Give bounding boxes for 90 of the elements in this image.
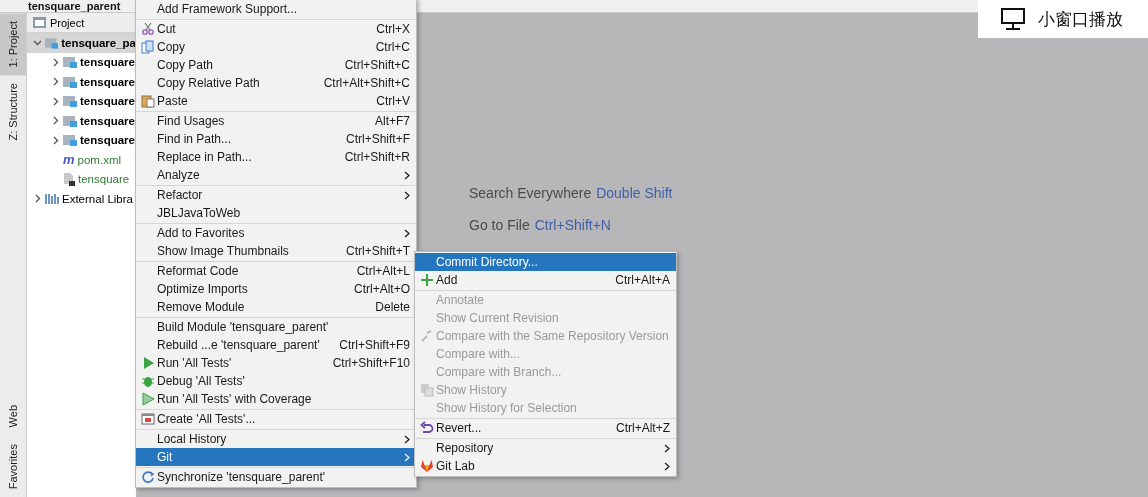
menu-item[interactable]: Reformat Code Ctrl+Alt+L <box>136 262 416 280</box>
folder-icon <box>45 36 59 49</box>
overlay-label[interactable]: 小窗口播放 <box>1038 7 1123 31</box>
menu-item[interactable]: Refactor <box>136 186 416 204</box>
tree-label: tensquare <box>80 134 135 147</box>
menu-item[interactable]: Optimize Imports Ctrl+Alt+O <box>136 280 416 298</box>
folder-icon <box>63 75 77 88</box>
menu-item[interactable]: Add Ctrl+Alt+A <box>415 271 676 289</box>
menu-item[interactable]: Add Framework Support... <box>136 0 416 18</box>
menu-item[interactable]: Synchronize 'tensquare_parent' <box>136 468 416 486</box>
panel-title: Project <box>50 16 85 29</box>
tree-row[interactable]: tensquare <box>27 169 136 189</box>
tree-row[interactable]: tensquare <box>27 72 136 92</box>
chevron-right-icon[interactable] <box>51 135 60 145</box>
menu-item[interactable]: Show Image Thumbnails Ctrl+Shift+T <box>136 242 416 260</box>
tree-label: tensquare <box>80 75 135 88</box>
folder-icon <box>63 95 77 108</box>
undo-icon <box>419 421 434 435</box>
plus-icon <box>419 273 434 287</box>
scissors-icon <box>140 22 155 36</box>
tree-label: tensquare <box>80 56 135 69</box>
menu-item[interactable]: Commit Directory... <box>415 253 676 271</box>
maven-icon: m <box>63 152 75 168</box>
play-coverage-icon <box>140 392 155 406</box>
chevron-down-icon[interactable] <box>33 38 42 48</box>
copy-icon <box>140 40 155 54</box>
clipboard-icon <box>140 94 155 108</box>
tree-row[interactable]: tensquare <box>27 111 136 131</box>
chevron-right-icon[interactable] <box>51 116 60 126</box>
menu-item[interactable]: Add to Favorites <box>136 224 416 242</box>
menu-item[interactable]: Run 'All Tests' with Coverage <box>136 390 416 408</box>
menu-item[interactable]: Copy Path Ctrl+Shift+C <box>136 56 416 74</box>
menu-item[interactable]: Copy Ctrl+C <box>136 38 416 56</box>
menu-item[interactable]: Build Module 'tensquare_parent' <box>136 318 416 336</box>
tool-window-tab[interactable]: Z: Structure <box>0 75 26 149</box>
menu-item[interactable]: Cut Ctrl+X <box>136 20 416 38</box>
menu-item[interactable]: Remove Module Delete <box>136 298 416 316</box>
tree-row[interactable]: External Libra <box>27 189 136 209</box>
tree-label: tensquare <box>80 95 135 108</box>
menu-item[interactable]: Revert... Ctrl+Alt+Z <box>415 419 676 437</box>
chevron-right-icon[interactable] <box>51 57 60 67</box>
menu-item[interactable]: Replace in Path... Ctrl+Shift+R <box>136 148 416 166</box>
folder-icon <box>63 56 77 69</box>
monitor-icon[interactable] <box>1000 7 1026 31</box>
tree-label: External Libra <box>62 192 133 205</box>
tree-row[interactable]: tensquare_pa <box>27 33 136 53</box>
tool-window-tab[interactable]: Web <box>0 397 26 436</box>
tool-window-tab[interactable]: 1: Project <box>0 13 26 76</box>
hint-label: Go to File <box>469 217 530 233</box>
menu-item[interactable]: Rebuild ...e 'tensquare_parent' Ctrl+Shift+F9 <box>136 336 416 354</box>
window-icon <box>140 412 155 426</box>
menu-item[interactable]: Git Lab <box>415 457 676 475</box>
menu-item[interactable]: Local History <box>136 430 416 448</box>
chevron-right-icon[interactable] <box>51 77 60 87</box>
refresh-icon <box>140 470 155 484</box>
menu-item[interactable]: Debug 'All Tests' <box>136 372 416 390</box>
hint-label: Search Everywhere <box>469 185 592 201</box>
window-title: tensquare_parent <box>27 0 121 12</box>
project-icon <box>33 17 46 28</box>
history-icon <box>419 383 434 397</box>
tree-row[interactable]: tensquare <box>27 130 136 150</box>
library-icon <box>45 192 59 205</box>
menu-item[interactable]: Find Usages Alt+F7 <box>136 112 416 130</box>
menu-item[interactable]: Git <box>136 448 416 466</box>
menu-item[interactable]: Run 'All Tests' Ctrl+Shift+F10 <box>136 354 416 372</box>
menu-item[interactable]: Paste Ctrl+V <box>136 92 416 110</box>
chevron-right-icon[interactable] <box>33 194 42 204</box>
folder-icon <box>63 114 77 127</box>
tree-row[interactable]: m pom.xml <box>27 150 136 170</box>
tree-label: pom.xml <box>77 153 121 166</box>
tree-label: tensquare <box>80 114 135 127</box>
tree-label: tensquare_pa <box>61 36 136 49</box>
menu-item[interactable]: Create 'All Tests'... <box>136 410 416 428</box>
menu-item[interactable]: Copy Relative Path Ctrl+Alt+Shift+C <box>136 74 416 92</box>
tool-window-tab[interactable]: Favorites <box>0 435 26 497</box>
tree-label: tensquare <box>78 173 130 186</box>
arrows-icon <box>419 329 434 343</box>
menu-item[interactable]: Analyze <box>136 166 416 184</box>
fox-icon <box>419 459 434 473</box>
hint-shortcut: Ctrl+Shift+N <box>534 217 611 233</box>
bug-icon <box>140 374 155 388</box>
folder-icon <box>63 134 77 147</box>
menu-item[interactable]: Find in Path... Ctrl+Shift+F <box>136 130 416 148</box>
file-icon <box>63 172 75 186</box>
menu-item[interactable]: JBLJavaToWeb <box>136 204 416 222</box>
menu-item[interactable]: Repository <box>415 439 676 457</box>
tree-row[interactable]: tensquare <box>27 91 136 111</box>
tree-row[interactable]: tensquare <box>27 52 136 72</box>
hint-shortcut: Double Shift <box>596 185 673 201</box>
chevron-right-icon[interactable] <box>51 96 60 106</box>
